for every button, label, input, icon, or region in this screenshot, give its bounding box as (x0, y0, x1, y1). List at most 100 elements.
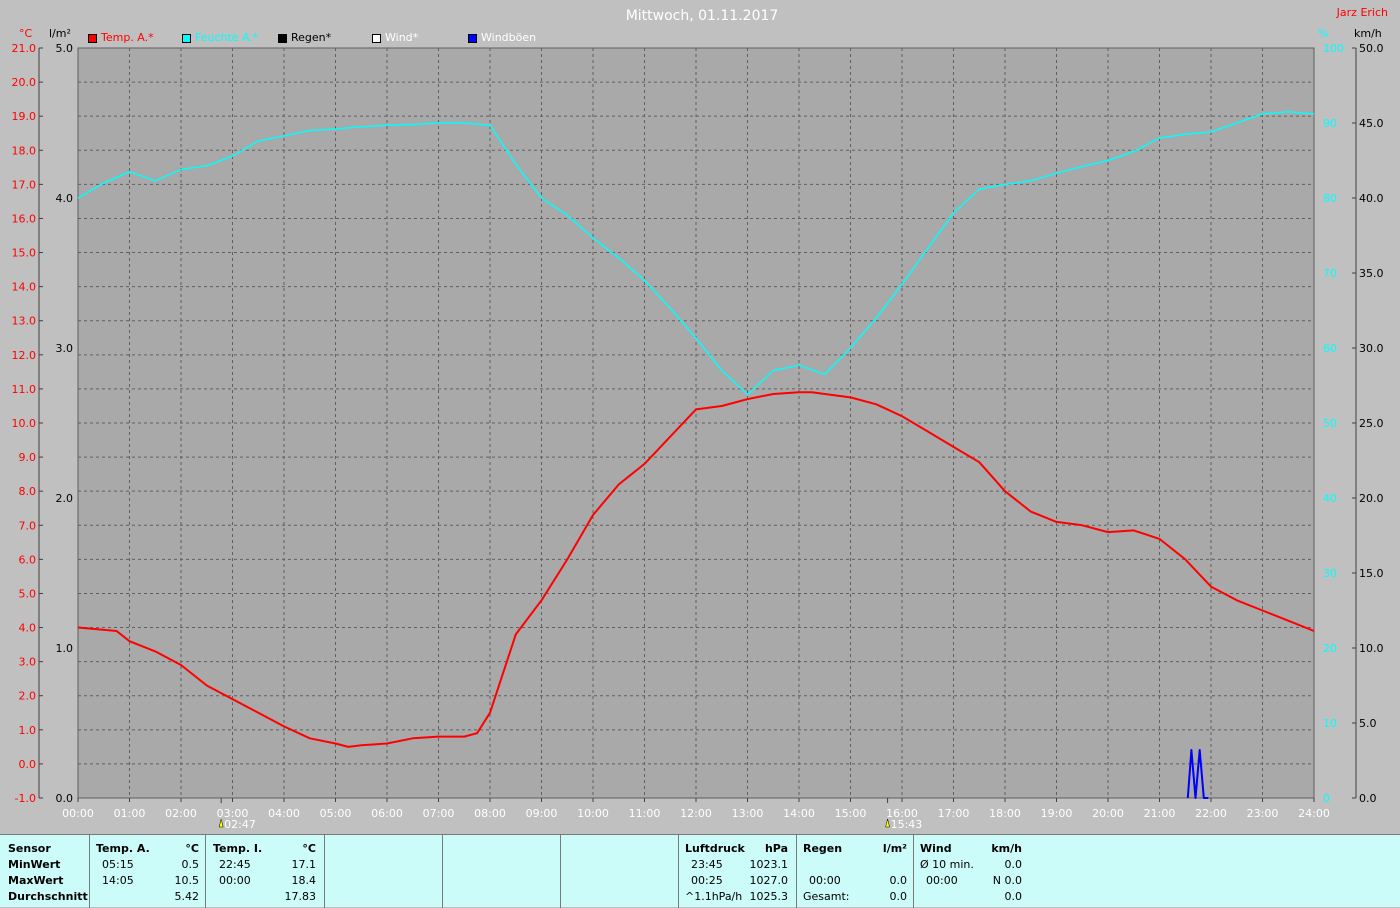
temp-i-avg-value: 17.83 (284, 890, 317, 903)
temp-a-min-time: 05:15 (102, 858, 134, 871)
temp-tick-label: -1.0 (15, 792, 36, 805)
min-label: MinWert (8, 858, 61, 871)
wind-tick-label: 45.0 (1359, 117, 1384, 130)
temp-tick-label: 4.0 (19, 622, 37, 635)
x-tick-label: 21:00 (1144, 807, 1176, 820)
temp-i-min-value: 17.1 (291, 858, 317, 871)
temp-tick-label: 7.0 (19, 519, 37, 532)
legend-item: Temp. A.* (88, 31, 154, 45)
legend-label: Regen* (291, 31, 332, 44)
legend-swatch (278, 33, 287, 43)
hum-tick-label: 30 (1323, 567, 1337, 580)
legend-swatch (182, 33, 191, 43)
rain-tick-label: 4.0 (56, 192, 74, 205)
temp-tick-label: 9.0 (19, 451, 37, 464)
summary-col-sensor: Sensor MinWert MaxWert Durchschnitt (0, 835, 90, 908)
temp-i-max-value: 18.4 (291, 874, 317, 887)
wind-header: Wind (920, 842, 952, 855)
rain-tick-label: 1.0 (56, 642, 74, 655)
hum-tick-label: 40 (1323, 492, 1337, 505)
pressure-trend: ^1.1hPa/h (685, 890, 743, 903)
legend-label: Wind* (385, 31, 419, 44)
temp-i-min-time: 22:45 (219, 858, 251, 871)
rain-unit: l/m² (882, 842, 907, 855)
rain-max-value: 0.0 (889, 874, 908, 887)
sunrise-icon (218, 818, 224, 828)
temp-tick-label: 16.0 (12, 212, 37, 225)
temp-tick-label: 13.0 (12, 315, 37, 328)
avg-label: Durchschnitt (8, 890, 88, 903)
wind-tick-label: 35.0 (1359, 267, 1384, 280)
author-label: Jarz Erich (1336, 6, 1388, 19)
pressure-avg-value: 1025.3 (749, 890, 789, 903)
temp-tick-label: 19.0 (12, 110, 37, 123)
max-label: MaxWert (8, 874, 64, 887)
x-tick-label: 22:00 (1195, 807, 1227, 820)
summary-col-empty-2 (442, 835, 560, 908)
wind-max-time: 00:00 (926, 874, 958, 887)
summary-table: Sensor MinWert MaxWert Durchschnitt Temp… (0, 834, 1400, 908)
rain-axis-unit: l/m² (49, 27, 71, 40)
temp-tick-label: 5.0 (19, 587, 37, 600)
summary-col-empty-3 (560, 835, 678, 908)
temp-i-max-time: 00:00 (219, 874, 251, 887)
rain-tick-label: 5.0 (56, 42, 74, 55)
x-tick-label: 18:00 (989, 807, 1021, 820)
summary-col-temp-a: Temp. A. °C 05:15 0.5 14:05 10.5 5.42 (89, 835, 205, 908)
x-tick-label: 10:00 (577, 807, 609, 820)
chart-title: Mittwoch, 01.11.2017 (626, 8, 779, 24)
legend-item: Wind* (372, 31, 418, 45)
temp-tick-label: 17.0 (12, 178, 37, 191)
temp-tick-label: 12.0 (12, 349, 37, 362)
rain-max-time: 00:00 (809, 874, 841, 887)
x-tick-label: 24:00 (1298, 807, 1330, 820)
rain-total-label: Gesamt: (803, 890, 850, 903)
hum-tick-label: 70 (1323, 267, 1337, 280)
x-tick-label: 08:00 (474, 807, 506, 820)
x-tick-label: 05:00 (320, 807, 352, 820)
x-tick-label: 01:00 (114, 807, 146, 820)
temp-tick-label: 8.0 (19, 485, 37, 498)
legend-item: Windböen (468, 31, 536, 45)
temp-tick-label: 0.0 (19, 758, 37, 771)
temp-a-header: Temp. A. (96, 842, 150, 855)
temp-a-avg-value: 5.42 (174, 890, 200, 903)
hum-tick-label: 50 (1323, 417, 1337, 430)
x-tick-label: 04:00 (268, 807, 300, 820)
hum-tick-label: 90 (1323, 117, 1337, 130)
temp-i-header: Temp. I. (213, 842, 263, 855)
temp-tick-label: 6.0 (19, 553, 37, 566)
x-tick-label: 19:00 (1041, 807, 1073, 820)
sunset-icon (885, 818, 890, 828)
summary-col-temp-i: Temp. I. °C 22:45 17.1 00:00 18.4 17.83 (205, 835, 324, 908)
temp-tick-label: 15.0 (12, 247, 37, 260)
wind-avg10-label: Ø 10 min. (920, 858, 974, 871)
rain-header: Regen (803, 842, 843, 855)
legend-swatch (468, 33, 477, 43)
rain-total-value: 0.0 (889, 890, 908, 903)
x-tick-label: 07:00 (423, 807, 455, 820)
hum-tick-label: 60 (1323, 342, 1337, 355)
temp-tick-label: 14.0 (12, 281, 37, 294)
legend-swatch (88, 33, 97, 43)
x-tick-label: 14:00 (783, 807, 815, 820)
legend-item: Regen* (278, 31, 331, 45)
temp-a-max-value: 10.5 (174, 874, 200, 887)
hum-axis-unit: % (1318, 27, 1328, 40)
temp-tick-label: 21.0 (12, 42, 37, 55)
summary-col-wind: Wind km/h Ø 10 min. 0.0 00:00 N 0.0 0.0 (913, 835, 1030, 908)
pressure-max-time: 00:25 (691, 874, 723, 887)
hum-tick-label: 10 (1323, 717, 1337, 730)
sensor-header: Sensor (8, 842, 51, 855)
wind-tick-label: 5.0 (1359, 717, 1377, 730)
temp-a-unit: °C (185, 842, 199, 855)
wind-tick-label: 30.0 (1359, 342, 1384, 355)
x-tick-label: 13:00 (732, 807, 764, 820)
rain-tick-label: 0.0 (56, 792, 74, 805)
marker-time-label: 15:43 (891, 818, 923, 831)
temp-axis-unit: °C (19, 27, 33, 40)
rain-tick-label: 2.0 (56, 492, 74, 505)
wind-tick-label: 25.0 (1359, 417, 1384, 430)
legend-swatch (372, 33, 381, 43)
wind-tick-label: 20.0 (1359, 492, 1384, 505)
